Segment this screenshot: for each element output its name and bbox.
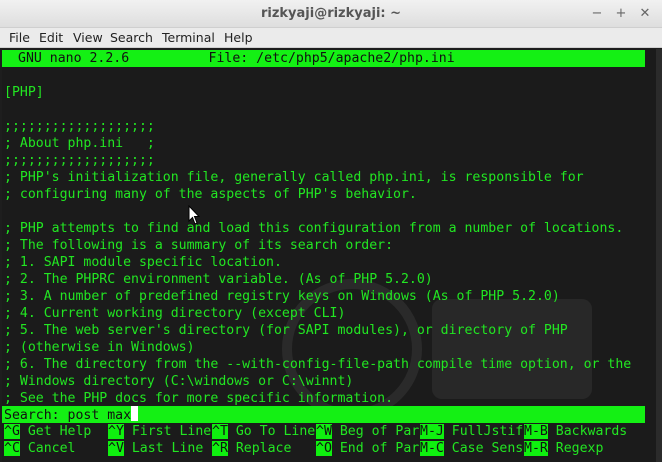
shortcut-label: Backwards xyxy=(547,424,628,439)
shortcut-r1-1: ^Y First Line xyxy=(108,423,211,440)
shortcut-label: Last Line xyxy=(123,441,212,456)
shortcut-r2-4: M-C Case Sens xyxy=(420,440,523,457)
shortcut-label: Cancel xyxy=(19,441,108,456)
file-line: ; 4. Current working directory (except C… xyxy=(4,306,346,321)
shortcut-key: ^C xyxy=(4,441,20,456)
shortcut-label: End of Par xyxy=(331,441,420,456)
shortcut-label: Replace xyxy=(227,441,316,456)
file-line: ;;;;;;;;;;;;;;;;;;; xyxy=(4,119,155,134)
menu-edit[interactable]: Edit xyxy=(39,30,63,45)
file-line: ;;;;;;;;;;;;;;;;;;; xyxy=(4,153,155,168)
shortcut-r2-2: ^R Replace xyxy=(212,440,315,457)
mouse-pointer-icon xyxy=(188,205,200,225)
file-line: [PHP] xyxy=(4,85,44,100)
menu-view[interactable]: View xyxy=(73,30,103,45)
shortcut-key: M-C xyxy=(420,441,444,456)
file-line: ; PHP's initialization file, generally c… xyxy=(4,170,584,185)
file-line: ; Windows directory (C:\windows or C:\wi… xyxy=(4,374,354,389)
scrollbar[interactable] xyxy=(656,49,662,462)
shortcut-key: ^R xyxy=(212,441,228,456)
shortcut-key: ^Y xyxy=(108,424,124,439)
shortcut-key: M-J xyxy=(420,424,444,439)
file-line: ; 1. SAPI module specific location. xyxy=(4,255,282,270)
file-line: ; See the PHP docs for more specific inf… xyxy=(4,391,394,406)
shortcut-key: M-B xyxy=(524,424,548,439)
shortcut-r2-0: ^C Cancel xyxy=(4,440,107,457)
text-cursor xyxy=(131,406,139,421)
shortcut-r1-4: M-J FullJstif xyxy=(420,423,523,440)
terminal-window: rizkyaji@rizkyaji: ~ − + ✕ File Edit Vie… xyxy=(0,0,662,462)
window-title: rizkyaji@rizkyaji: ~ xyxy=(260,6,402,21)
file-line: ; About php.ini ; xyxy=(4,136,155,151)
menu-search[interactable]: Search xyxy=(110,30,153,45)
shortcut-label: Go To Line xyxy=(227,424,316,439)
shortcut-label: FullJstif xyxy=(443,424,524,439)
file-line: ; 6. The directory from the --with-confi… xyxy=(4,357,632,372)
search-prompt[interactable]: Search: post max xyxy=(4,406,139,424)
nano-header: GNU nano 2.2.6 File: /etc/php5/apache2/p… xyxy=(18,51,455,66)
shortcut-label: Beg of Par xyxy=(331,424,420,439)
shortcut-key: ^T xyxy=(212,424,228,439)
menu-terminal[interactable]: Terminal xyxy=(162,30,215,45)
maximize-icon[interactable]: + xyxy=(612,5,630,23)
shortcut-r2-3: ^O End of Par xyxy=(316,440,419,457)
shortcut-r1-3: ^W Beg of Par xyxy=(316,423,419,440)
terminal-area[interactable]: GNU nano 2.2.6 File: /etc/php5/apache2/p… xyxy=(2,49,656,462)
shortcut-key: ^W xyxy=(316,424,332,439)
file-line: ; The following is a summary of its sear… xyxy=(4,238,394,253)
shortcut-label: Get Help xyxy=(19,424,108,439)
menu-bar: File Edit View Search Terminal Help xyxy=(0,28,662,48)
shortcut-key: ^V xyxy=(108,441,124,456)
shortcut-r1-0: ^G Get Help xyxy=(4,423,107,440)
shortcut-key: ^O xyxy=(316,441,332,456)
shortcut-r2-1: ^V Last Line xyxy=(108,440,211,457)
shortcut-label: Case Sens xyxy=(443,441,524,456)
shortcut-key: ^G xyxy=(4,424,20,439)
file-line: ; 5. The web server's directory (for SAP… xyxy=(4,323,568,338)
shortcut-r1-5: M-B Backwards xyxy=(524,423,627,440)
file-line: ; PHP attempts to find and load this con… xyxy=(4,221,624,236)
file-line: ; configuring many of the aspects of PHP… xyxy=(4,187,417,202)
shortcut-r2-5: M-R Regexp xyxy=(524,440,603,457)
shortcut-label: Regexp xyxy=(547,441,604,456)
menu-help[interactable]: Help xyxy=(224,30,253,45)
menu-file[interactable]: File xyxy=(9,30,30,45)
shortcut-r1-2: ^T Go To Line xyxy=(212,423,315,440)
close-icon[interactable]: ✕ xyxy=(636,5,654,23)
title-bar: rizkyaji@rizkyaji: ~ − + ✕ xyxy=(0,0,662,28)
shortcut-key: M-R xyxy=(524,441,548,456)
minimize-icon[interactable]: − xyxy=(588,5,606,23)
shortcut-label: First Line xyxy=(123,424,212,439)
file-line: ; 3. A number of predefined registry key… xyxy=(4,289,560,304)
file-line: ; 2. The PHPRC environment variable. (As… xyxy=(4,272,433,287)
file-line: ; (otherwise in Windows) xyxy=(4,340,195,355)
